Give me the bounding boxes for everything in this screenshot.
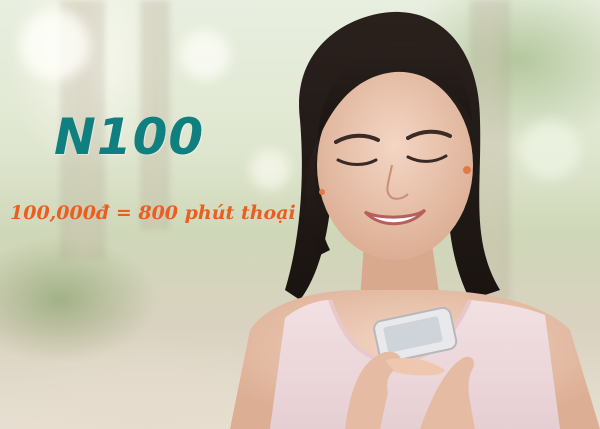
package-name-heading: N100 — [54, 108, 205, 166]
promo-banner: N100 100,000đ = 800 phút thoại — [0, 0, 600, 429]
offer-price-text: 100,000đ = 800 phút thoại — [10, 202, 296, 224]
